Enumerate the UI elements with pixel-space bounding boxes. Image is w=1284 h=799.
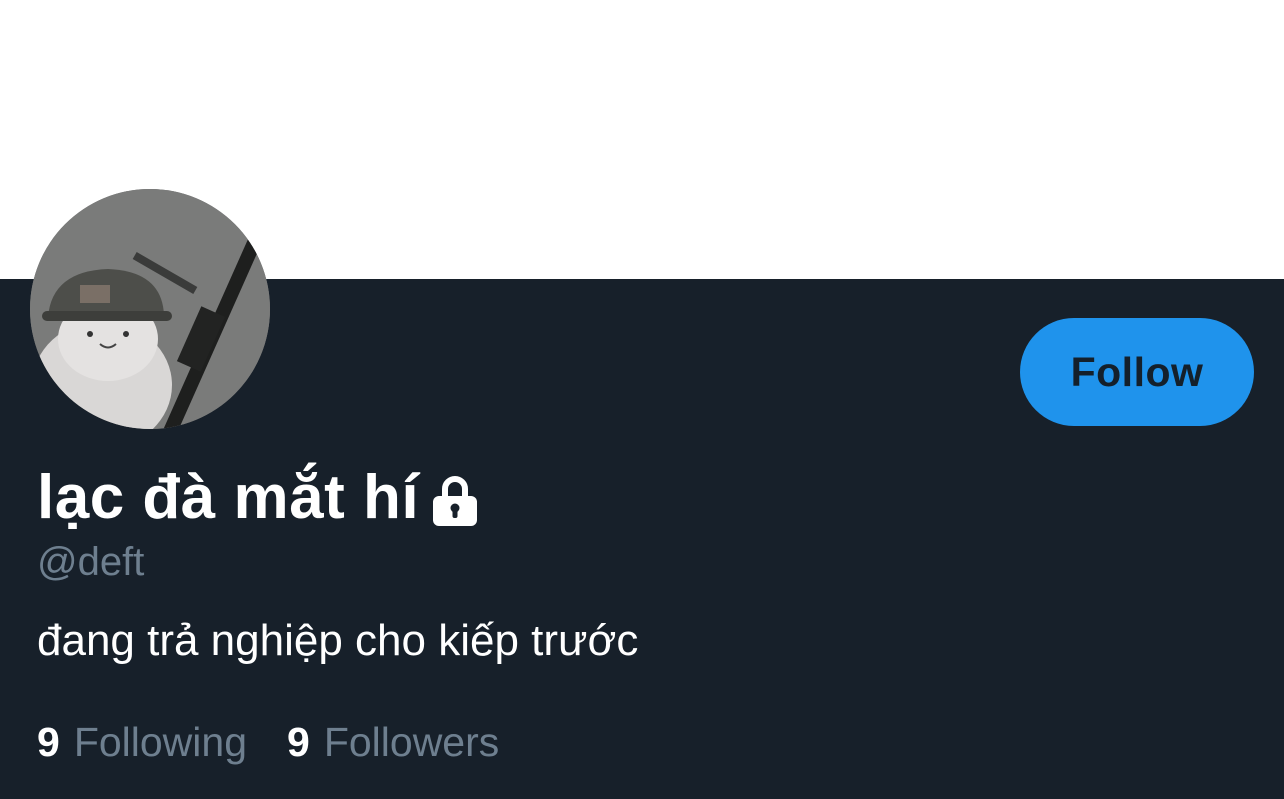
avatar-photo (30, 189, 270, 429)
followers-label: Followers (323, 719, 500, 765)
followers-link[interactable]: 9 Followers (287, 716, 499, 768)
followers-count: 9 (287, 719, 310, 765)
following-label: Following (73, 719, 248, 765)
display-name-row: lạc đà mắt hí (37, 458, 479, 538)
avatar[interactable] (30, 189, 270, 429)
follow-button[interactable]: Follow (1020, 318, 1254, 426)
following-link[interactable]: 9 Following (37, 716, 247, 768)
profile-stats: 9 Following 9 Followers (37, 716, 499, 768)
profile-bio: đang trả nghiệp cho kiếp trước (37, 616, 639, 665)
lock-icon (433, 476, 478, 526)
display-name: lạc đà mắt hí (37, 463, 420, 532)
following-count: 9 (37, 719, 60, 765)
user-handle: @deft (37, 540, 145, 584)
